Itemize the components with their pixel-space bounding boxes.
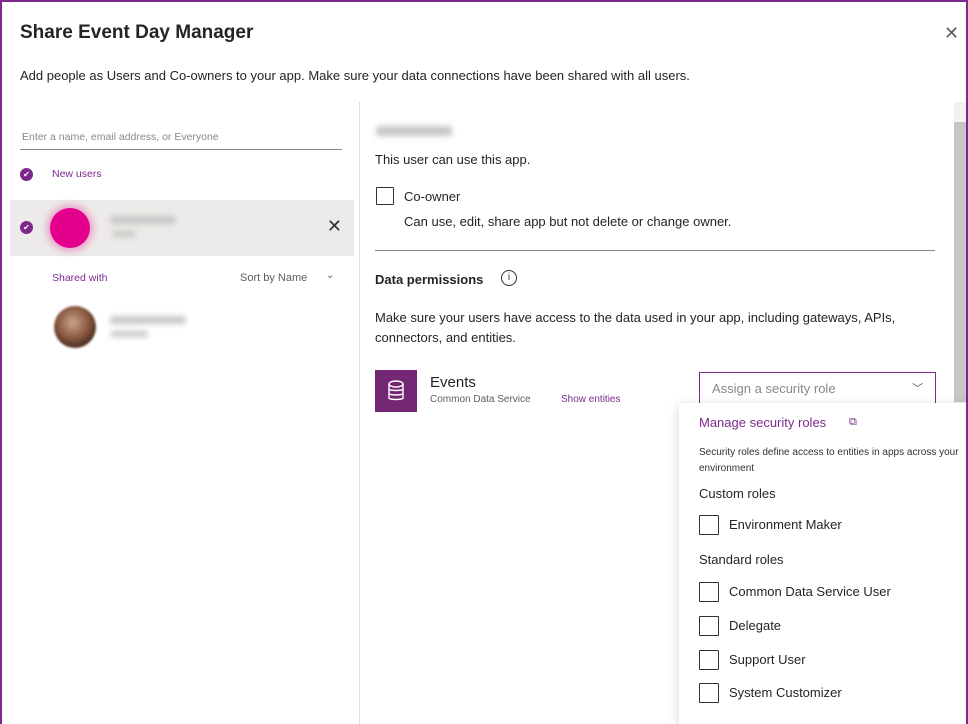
role-option-label: Delegate (729, 618, 782, 633)
avatar (54, 306, 96, 348)
people-panel: ✔ New users ✔ ✕ Shared with Sort by Name… (2, 102, 360, 724)
close-icon[interactable]: ✕ (944, 24, 959, 42)
checkmark-icon: ✔ (20, 221, 33, 234)
standard-roles-label: Standard roles (699, 552, 784, 567)
security-role-dropdown: Manage security roles ⧉ Security roles d… (679, 403, 966, 724)
dialog-subtitle: Add people as Users and Co-owners to you… (20, 68, 690, 83)
shared-with-label: Shared with (52, 272, 108, 284)
share-dialog: Share Event Day Manager ✕ Add people as … (0, 0, 968, 724)
role-checkbox[interactable] (699, 582, 719, 602)
role-option-label: System Customizer (729, 685, 842, 700)
security-roles-description: Security roles define access to entities… (699, 447, 959, 474)
people-search-input[interactable] (20, 124, 342, 150)
chevron-down-icon[interactable]: ⌄ (326, 270, 334, 281)
divider (375, 250, 935, 251)
chevron-down-icon: ﹀ (912, 383, 923, 395)
info-icon[interactable]: i (501, 270, 517, 286)
role-option-label: Environment Maker (729, 517, 842, 532)
selected-user-name-redacted (376, 126, 452, 136)
role-checkbox[interactable] (699, 650, 719, 670)
avatar (50, 208, 90, 248)
data-permissions-title: Data permissions (375, 272, 484, 287)
user-detail-redacted (112, 231, 136, 237)
scrollbar-thumb[interactable] (954, 122, 966, 402)
new-user-card[interactable]: ✔ ✕ (10, 200, 354, 256)
data-permissions-description: Make sure your users have access to the … (375, 310, 896, 345)
sort-dropdown[interactable]: Sort by Name (240, 272, 307, 284)
custom-roles-label: Custom roles (699, 486, 776, 501)
open-in-new-window-icon[interactable]: ⧉ (849, 416, 857, 429)
coowner-description: Can use, edit, share app but not delete … (404, 214, 732, 229)
manage-security-roles-link[interactable]: Manage security roles (699, 415, 826, 430)
show-entities-link[interactable]: Show entities (561, 394, 620, 405)
user-access-text: This user can use this app. (375, 152, 531, 167)
database-icon (375, 370, 417, 412)
new-users-label: New users (52, 168, 102, 180)
user-name-redacted (110, 216, 176, 224)
checkmark-icon: ✔ (20, 168, 33, 181)
role-checkbox[interactable] (699, 683, 719, 703)
dialog-title: Share Event Day Manager (20, 22, 254, 43)
data-source-type: Common Data Service (430, 394, 531, 405)
shared-user-name-redacted (110, 316, 186, 324)
role-option-label: Common Data Service User (729, 584, 891, 599)
shared-user-detail-redacted (110, 331, 148, 337)
security-role-placeholder: Assign a security role (712, 381, 836, 396)
data-source-name: Events (430, 374, 476, 391)
coowner-checkbox[interactable] (376, 187, 394, 205)
role-checkbox[interactable] (699, 616, 719, 636)
coowner-label: Co-owner (404, 189, 461, 204)
security-role-select[interactable]: Assign a security role ﹀ (699, 372, 936, 404)
role-checkbox[interactable] (699, 515, 719, 535)
remove-user-icon[interactable]: ✕ (327, 217, 342, 235)
role-option-label: Support User (729, 652, 806, 667)
